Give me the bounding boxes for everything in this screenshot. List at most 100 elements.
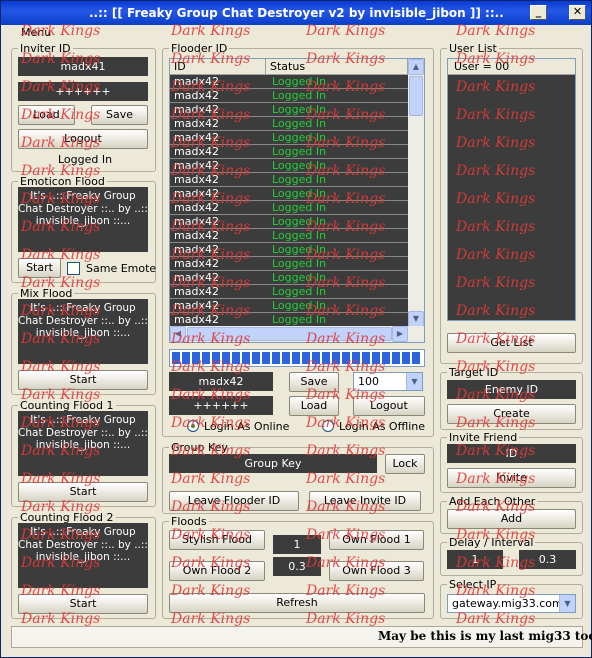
row-status: Logged In [272, 145, 327, 158]
invite-friend-label: Invite Friend [447, 431, 520, 444]
refresh-button[interactable]: Refresh [169, 593, 425, 613]
flooder-password-field[interactable]: ++++++ [169, 396, 273, 415]
own-flood-1-button[interactable]: Own Flood 1 [329, 530, 424, 550]
flood-value-2-field[interactable]: 0.3 [273, 557, 321, 576]
flooder-logout-button[interactable]: Logout [353, 396, 425, 416]
row-id: madx42 [174, 145, 219, 158]
interval-value-field[interactable]: 0.3 [519, 550, 576, 569]
table-row[interactable]: madx42 Logged In [170, 131, 408, 145]
mix-flood-text[interactable]: It's ..:: Freaky Group Chat Destroyer ::… [18, 299, 148, 364]
floods-label: Floods [169, 515, 209, 528]
user-list[interactable]: User = 00 [447, 58, 576, 321]
scroll-up-icon[interactable]: ▲ [408, 59, 424, 75]
flooder-table-header: ID Status [170, 59, 408, 75]
column-header-status[interactable]: Status [266, 59, 408, 75]
stylish-flood-button[interactable]: Stylish Flood [169, 530, 265, 550]
scroll-left-icon[interactable]: ◀ [170, 326, 186, 342]
progress-block [182, 352, 190, 364]
flood-value-1-field[interactable]: 1 [273, 535, 321, 554]
progress-block [192, 352, 200, 364]
vertical-scrollbar[interactable]: ▲ ▼ [408, 59, 424, 327]
lock-button[interactable]: Lock [385, 454, 425, 474]
progress-block [272, 352, 280, 364]
dropdown-arrow-icon[interactable]: ▼ [406, 373, 422, 390]
add-button[interactable]: Add [447, 509, 576, 529]
table-row[interactable]: madx42 Logged In [170, 75, 408, 89]
invite-id-field[interactable]: ID [447, 444, 576, 463]
flooder-save-button[interactable]: Save [289, 372, 339, 392]
mix-flood-start-button[interactable]: Start [18, 370, 148, 390]
table-row[interactable]: madx42 Logged In [170, 257, 408, 271]
title-bar[interactable]: ..:: [[ Freaky Group Chat Destroyer v2 b… [1, 1, 591, 25]
row-id: madx42 [174, 159, 219, 172]
scroll-down-icon[interactable]: ▼ [408, 311, 424, 327]
login-online-radio[interactable] [187, 420, 199, 432]
table-row[interactable]: madx42 Logged In [170, 215, 408, 229]
emoticon-start-button[interactable]: Start [18, 258, 61, 278]
inviter-id-field[interactable]: madx41 [18, 57, 148, 76]
table-row[interactable]: madx42 Logged In [170, 299, 408, 313]
inviter-save-button[interactable]: Save [91, 105, 148, 125]
table-row[interactable]: madx42 Logged In [170, 145, 408, 159]
close-button[interactable]: ✕ [569, 5, 586, 20]
table-row[interactable]: madx42 Logged In [170, 229, 408, 243]
counting-flood-2-start-button[interactable]: Start [18, 594, 148, 614]
leave-flooder-button[interactable]: Leave Flooder ID [169, 491, 299, 511]
horizontal-scrollbar[interactable]: ◀ ▶ [170, 326, 424, 342]
target-id-field[interactable]: Enemy ID [447, 380, 576, 399]
delay-value-field[interactable]: 1 [447, 550, 503, 569]
ip-select[interactable]: gateway.mig33.com ▼ [447, 594, 576, 613]
row-id: madx42 [174, 89, 219, 102]
horizontal-scroll-thumb[interactable] [187, 327, 392, 341]
row-status: Logged In [272, 229, 327, 242]
create-button[interactable]: Create [447, 404, 576, 424]
table-row[interactable]: madx42 Logged In [170, 117, 408, 131]
watermark-stamp: Dark Kings [306, 23, 386, 39]
get-list-button[interactable]: Get List [447, 333, 576, 353]
dropdown-arrow-icon[interactable]: ▼ [559, 595, 575, 612]
row-id: madx42 [174, 131, 219, 144]
login-offline-label: Login As Offline [339, 420, 426, 433]
own-flood-2-button[interactable]: Own Flood 2 [169, 561, 265, 581]
table-row[interactable]: madx42 Logged In [170, 159, 408, 173]
scroll-right-icon[interactable]: ▶ [392, 326, 408, 342]
counting-flood-2-text[interactable]: It's ..:: Freaky Group Chat Destroyer ::… [18, 523, 148, 588]
flooder-id-field[interactable]: madx42 [169, 372, 273, 391]
flooder-count-select[interactable]: 100 ▼ [353, 372, 423, 391]
menu[interactable]: Menu [21, 26, 51, 39]
column-header-id[interactable]: ID [170, 59, 266, 75]
row-status: Logged In [272, 159, 327, 172]
same-emote-checkbox[interactable] [67, 262, 80, 275]
progress-block [292, 352, 300, 364]
table-row[interactable]: madx42 Logged In [170, 173, 408, 187]
table-row[interactable]: madx42 Logged In [170, 201, 408, 215]
flooder-load-button[interactable]: Load [289, 396, 339, 416]
table-row[interactable]: madx42 Logged In [170, 89, 408, 103]
table-row[interactable]: madx42 Logged In [170, 271, 408, 285]
own-flood-3-button[interactable]: Own Flood 3 [329, 561, 424, 581]
table-row[interactable]: madx42 Logged In [170, 103, 408, 117]
table-row[interactable]: madx42 Logged In [170, 285, 408, 299]
inviter-load-button[interactable]: Load [18, 105, 75, 125]
invite-button[interactable]: Invite [447, 468, 576, 488]
inviter-logout-button[interactable]: Logout [18, 129, 148, 149]
inviter-password-field[interactable]: ++++++ [18, 82, 148, 101]
leave-invite-button[interactable]: Leave Invite ID [309, 491, 421, 511]
emoticon-flood-text[interactable]: It's ..:: Freaky Group Chat Destroyer ::… [18, 187, 148, 252]
table-row[interactable]: madx42 Logged In [170, 313, 408, 327]
table-row[interactable]: madx42 Logged In [170, 187, 408, 201]
progress-block [352, 352, 360, 364]
group-key-field[interactable]: Group Key [169, 454, 377, 473]
table-row[interactable]: madx42 Logged In [170, 243, 408, 257]
select-ip-label: Select IP [447, 578, 499, 591]
flooder-table[interactable]: ID Status madx42 Logged In madx42 Logged In… [169, 58, 425, 343]
minimize-button[interactable]: _ [530, 5, 547, 20]
counting-flood-1-start-button[interactable]: Start [18, 482, 148, 502]
counting-flood-1-text[interactable]: It's ..:: Freaky Group Chat Destroyer ::… [18, 411, 148, 476]
row-status: Logged In [272, 187, 327, 200]
row-status: Logged In [272, 117, 327, 130]
vertical-scroll-thumb[interactable] [409, 76, 423, 116]
row-status: Logged In [272, 257, 327, 270]
row-id: madx42 [174, 313, 219, 326]
login-offline-radio[interactable] [322, 420, 334, 432]
